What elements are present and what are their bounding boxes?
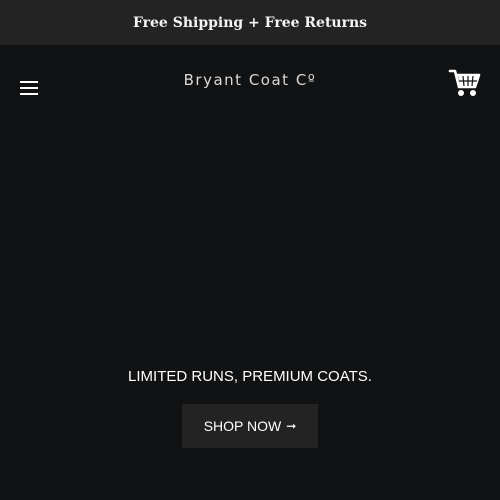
hero-headline: LIMITED RUNS, PREMIUM COATS.	[128, 368, 372, 385]
shop-now-label: SHOP NOW	[203, 418, 282, 434]
menu-line	[20, 93, 38, 95]
announcement-text: Free Shipping + Free Returns	[132, 14, 368, 31]
site-header: Bryant Coat Cº	[0, 45, 500, 130]
storefront-page: Free Shipping + Free Returns Bryant Coat…	[0, 0, 500, 500]
announcement-bar: Free Shipping + Free Returns	[0, 0, 500, 45]
store-logo[interactable]: Bryant Coat Cº	[0, 71, 500, 89]
cart-button[interactable]	[448, 67, 482, 99]
shop-now-button[interactable]: SHOP NOW ➞	[182, 404, 318, 448]
shopping-cart-icon	[448, 69, 481, 96]
arrow-right-icon: ➞	[286, 419, 297, 433]
